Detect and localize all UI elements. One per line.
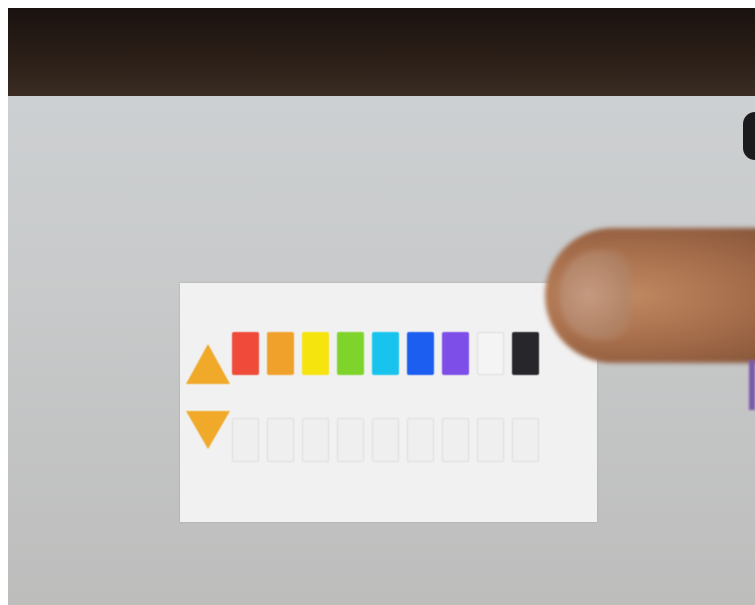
- screen-edge-glare: [749, 360, 755, 410]
- empty-slot[interactable]: [302, 418, 329, 462]
- color-swatch-green[interactable]: [337, 332, 364, 375]
- empty-slot-row: [232, 418, 539, 462]
- color-swatch-white[interactable]: [477, 332, 504, 375]
- color-swatch-cyan[interactable]: [372, 332, 399, 375]
- empty-slot[interactable]: [267, 418, 294, 462]
- color-swatch-yellow[interactable]: [302, 332, 329, 375]
- empty-slot[interactable]: [477, 418, 504, 462]
- triangle-up-icon[interactable]: [186, 344, 230, 384]
- empty-slot[interactable]: [512, 418, 539, 462]
- empty-slot[interactable]: [407, 418, 434, 462]
- photo-frame: [0, 0, 755, 605]
- device-bezel: [8, 8, 755, 96]
- color-swatch-black[interactable]: [512, 332, 539, 375]
- empty-slot[interactable]: [232, 418, 259, 462]
- color-swatch-blue[interactable]: [407, 332, 434, 375]
- color-swatch-red[interactable]: [232, 332, 259, 375]
- empty-slot[interactable]: [337, 418, 364, 462]
- empty-slot[interactable]: [372, 418, 399, 462]
- color-swatch-orange[interactable]: [267, 332, 294, 375]
- fingernail: [560, 250, 630, 340]
- device-side-button: [743, 112, 755, 160]
- color-swatch-row: [232, 332, 539, 375]
- color-puzzle-panel: [180, 283, 597, 522]
- color-swatch-purple[interactable]: [442, 332, 469, 375]
- empty-slot[interactable]: [442, 418, 469, 462]
- triangle-down-icon[interactable]: [186, 411, 230, 449]
